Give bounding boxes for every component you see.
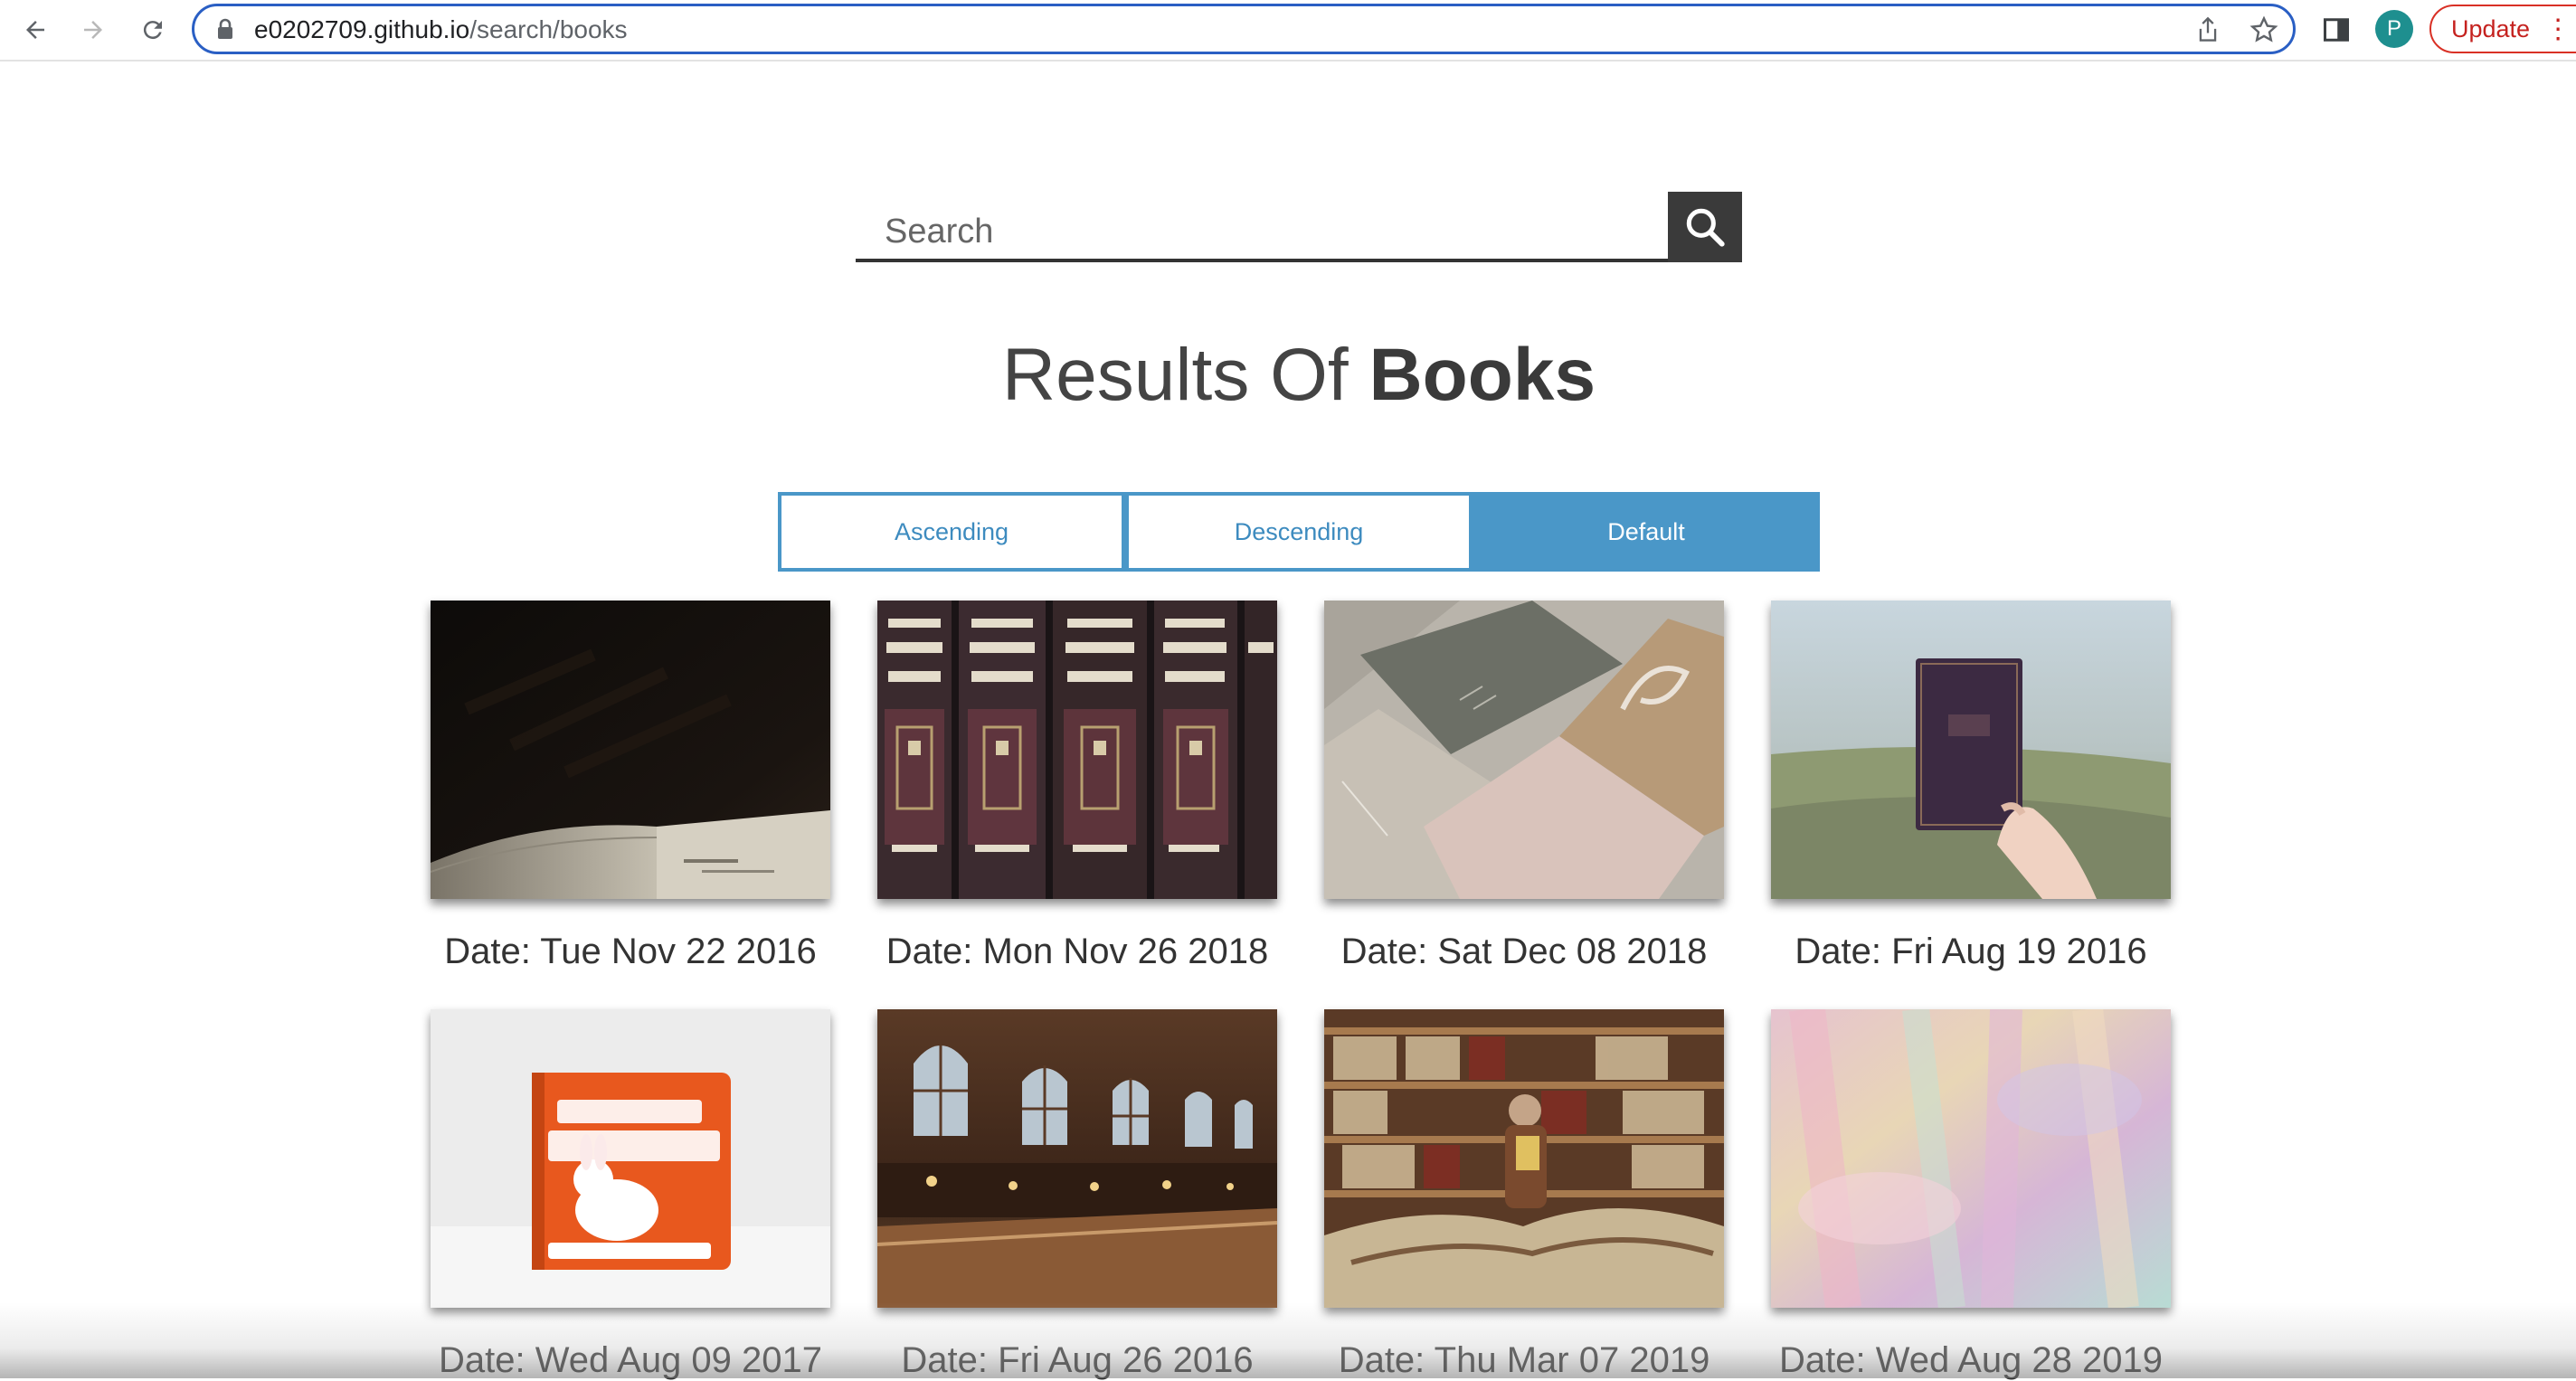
book-thumbnail[interactable]: [1771, 1009, 2171, 1308]
url-text: e0202709.github.io/search/books: [254, 14, 628, 45]
bookmark-star-icon[interactable]: [2248, 14, 2280, 46]
url-host: e0202709.github.io: [254, 15, 470, 43]
profile-avatar[interactable]: P: [2375, 10, 2413, 48]
library-reading-room-image: [877, 1009, 1277, 1308]
url-path: /search/books: [469, 15, 628, 43]
back-button[interactable]: [14, 9, 56, 51]
sort-default-button[interactable]: Default: [1473, 492, 1820, 572]
book-date: Date: Wed Aug 28 2019: [1778, 1340, 2164, 1380]
book-date: Date: Thu Mar 07 2019: [1338, 1340, 1710, 1380]
side-panel-icon[interactable]: [2316, 9, 2357, 51]
update-button[interactable]: Update ⋮: [2429, 5, 2576, 53]
forward-button[interactable]: [72, 9, 114, 51]
browser-toolbar: e0202709.github.io/search/books P Update…: [0, 0, 2576, 61]
sort-descending-button[interactable]: Descending: [1125, 492, 1473, 572]
book-thumbnail[interactable]: [431, 601, 830, 899]
book-date: Date: Mon Nov 26 2018: [886, 932, 1269, 971]
share-icon[interactable]: [2192, 14, 2224, 46]
address-bar[interactable]: e0202709.github.io/search/books: [192, 4, 2296, 54]
update-label: Update: [2451, 14, 2531, 43]
open-old-book-image: [431, 601, 830, 899]
book-thumbnail[interactable]: [877, 1009, 1277, 1308]
reload-icon: [143, 21, 162, 40]
more-menu-icon[interactable]: ⋮: [2544, 14, 2571, 45]
hand-holding-book-image: [1771, 601, 2171, 899]
hebrew-book-spines-image: [877, 601, 1277, 899]
search-input[interactable]: [856, 192, 1670, 262]
search-button[interactable]: [1668, 192, 1742, 262]
book-date: Date: Fri Aug 19 2016: [1795, 932, 2147, 971]
page-title: Results Of Books: [0, 333, 2576, 418]
reload-button[interactable]: [132, 9, 174, 51]
book-date: Date: Tue Nov 22 2016: [444, 932, 817, 971]
book-date: Date: Sat Dec 08 2018: [1340, 932, 1708, 971]
bookshop-stacks-image: [1324, 1009, 1724, 1308]
search-bar: [856, 192, 1742, 262]
search-icon: [1686, 208, 1725, 247]
book-thumbnail[interactable]: [1771, 601, 2171, 899]
back-arrow-icon: [26, 21, 44, 39]
lock-icon: [218, 18, 232, 39]
book-date: Date: Wed Aug 09 2017: [438, 1340, 823, 1380]
title-prefix: Results Of: [1001, 334, 1369, 416]
pastel-notebooks-image: [1324, 601, 1724, 899]
book-date: Date: Fri Aug 26 2016: [901, 1340, 1254, 1380]
book-thumbnail[interactable]: [1324, 1009, 1724, 1308]
book-thumbnail[interactable]: [431, 1009, 830, 1308]
book-thumbnail[interactable]: [877, 601, 1277, 899]
pastel-watercolor-image: [1771, 1009, 2171, 1308]
forward-arrow-icon: [84, 21, 102, 39]
baby-animals-book-image: [431, 1009, 830, 1308]
title-query: Books: [1368, 334, 1596, 416]
book-thumbnail[interactable]: [1324, 601, 1724, 899]
sort-ascending-button[interactable]: Ascending: [778, 492, 1125, 572]
sort-button-group: Ascending Descending Default: [778, 492, 1820, 572]
